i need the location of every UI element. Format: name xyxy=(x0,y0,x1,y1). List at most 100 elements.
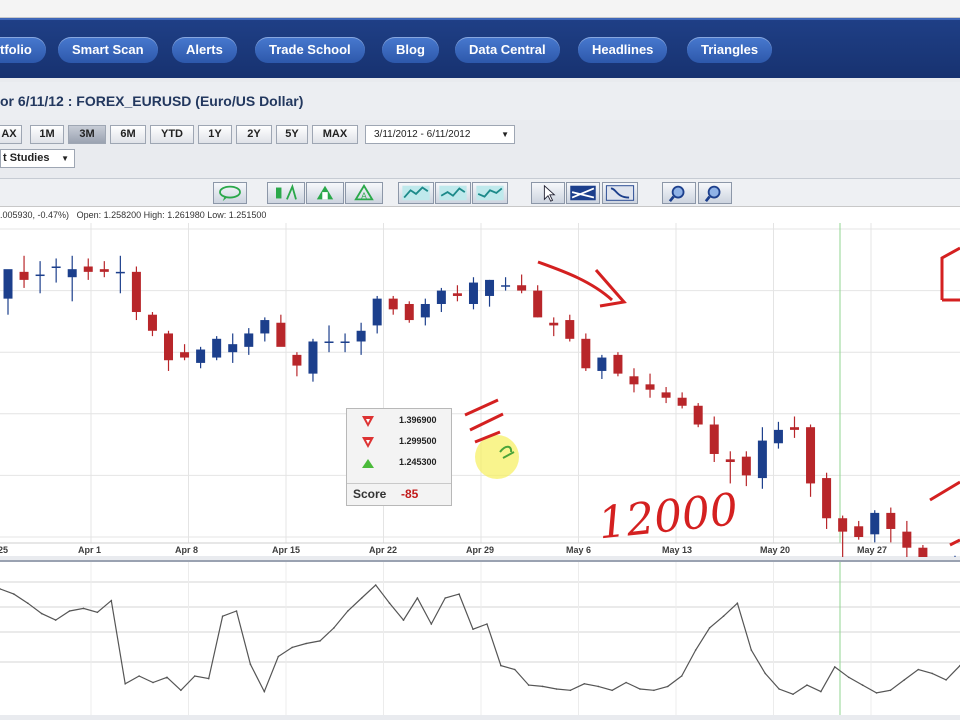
indicator-point xyxy=(764,672,767,675)
studies-select[interactable]: t Studies ▼ xyxy=(0,149,75,168)
indicator-point xyxy=(694,649,697,651)
candle xyxy=(597,357,607,371)
range-button-6m[interactable]: 6M xyxy=(110,125,146,144)
nav-trade-school[interactable]: Trade School xyxy=(255,37,365,63)
trendline-tool-icon[interactable] xyxy=(566,182,600,204)
range-button-ytd[interactable]: YTD xyxy=(150,125,194,144)
fibonacci-tool-icon[interactable] xyxy=(602,182,638,204)
indicator-point xyxy=(597,685,600,688)
open-value: 1.258200 xyxy=(103,210,142,220)
indicator-point xyxy=(388,602,391,604)
indicator-point xyxy=(736,602,739,604)
indicator-panel[interactable] xyxy=(0,560,960,715)
range-button-max-partial[interactable]: AX xyxy=(0,125,22,144)
indicator-point xyxy=(305,642,307,645)
browser-top-strip xyxy=(0,0,960,18)
candle xyxy=(741,456,751,476)
indicator-point xyxy=(68,610,71,612)
range-button-5y[interactable]: 5Y xyxy=(276,125,308,144)
indicator-point xyxy=(207,677,210,680)
indicator-point xyxy=(166,676,168,679)
candle xyxy=(292,354,302,366)
indicator-point xyxy=(360,597,363,599)
studies-label: t Studies xyxy=(3,152,50,164)
indicator-point xyxy=(653,689,655,692)
candle xyxy=(131,271,141,313)
nav-smart-scan[interactable]: Smart Scan xyxy=(58,37,158,63)
x-tick-label: 25 xyxy=(0,545,9,555)
candle xyxy=(822,478,832,519)
indicator-point xyxy=(263,690,266,693)
green-up-triangle-icon xyxy=(362,459,374,468)
x-tick-label: May 6 xyxy=(566,545,592,555)
indicator-point xyxy=(458,593,460,595)
pattern-tool-3-icon[interactable]: A xyxy=(345,182,383,204)
candle xyxy=(35,274,45,277)
range-button-3m[interactable]: 3M xyxy=(68,125,106,144)
nav-data-central[interactable]: Data Central xyxy=(455,37,560,63)
nav-blog[interactable]: Blog xyxy=(382,37,439,63)
nav-portfolio[interactable]: tfolio xyxy=(0,37,46,63)
level-value: 1.396900 xyxy=(399,415,437,425)
indicator-point xyxy=(639,688,641,690)
candle xyxy=(228,344,238,353)
nav-alerts[interactable]: Alerts xyxy=(172,37,237,63)
indicator-point xyxy=(541,685,544,688)
nav-triangles[interactable]: Triangles xyxy=(687,37,773,63)
x-tick-label: May 27 xyxy=(857,545,888,555)
resistance-level-1: 1.396900 xyxy=(347,411,451,431)
indicator-line xyxy=(0,584,960,695)
chart-title: or 6/11/12 : FOREX_EURUSD (Euro/US Dolla… xyxy=(0,93,304,109)
x-tick-label: May 20 xyxy=(760,545,791,555)
chevron-down-icon: ▼ xyxy=(501,130,509,139)
date-range-select[interactable]: 3/11/2012 - 6/11/2012 ▼ xyxy=(365,125,515,144)
candle xyxy=(260,320,270,334)
candle xyxy=(886,512,896,529)
indicator-point xyxy=(374,584,377,586)
candle xyxy=(468,282,478,304)
svg-text:A: A xyxy=(361,191,367,200)
indicator-point xyxy=(903,679,906,681)
range-button-1y[interactable]: 1Y xyxy=(198,125,232,144)
indicator-point xyxy=(124,683,127,685)
range-button-max[interactable]: MAX xyxy=(312,125,358,144)
quote-line: .005930, -0.47%) Open: 1.258200 High: 1.… xyxy=(0,210,266,220)
candle xyxy=(918,547,928,572)
candle xyxy=(164,333,174,361)
candle xyxy=(3,269,13,299)
range-button-2y[interactable]: 2Y xyxy=(236,125,272,144)
indicator-point xyxy=(472,628,474,630)
indicator-point xyxy=(708,627,711,629)
zoom-in-icon[interactable] xyxy=(662,182,696,204)
candle xyxy=(549,322,559,326)
date-range-value: 3/11/2012 - 6/11/2012 xyxy=(374,129,471,140)
open-label: Open: xyxy=(76,210,102,220)
candle xyxy=(725,459,735,463)
indicator-point xyxy=(500,664,502,667)
indicator-chart[interactable] xyxy=(0,562,960,715)
level-value: 1.299500 xyxy=(399,436,437,446)
candle xyxy=(180,352,190,358)
indicator-point xyxy=(96,611,99,614)
speech-bubble-tool-icon[interactable] xyxy=(213,182,247,204)
indicator-point xyxy=(625,681,627,684)
chart-line-tool-icon[interactable] xyxy=(398,182,434,204)
indicator-point xyxy=(680,675,683,677)
indicator-point xyxy=(750,649,753,651)
pattern-tool-1-icon[interactable] xyxy=(267,182,305,204)
price-chart-panel[interactable] xyxy=(0,206,960,602)
x-tick-label: Apr 29 xyxy=(466,545,495,555)
pattern-tool-2-icon[interactable] xyxy=(306,182,344,204)
chart-candle-tool-icon[interactable] xyxy=(435,182,471,204)
price-chart[interactable] xyxy=(0,207,960,602)
indicator-point xyxy=(13,593,15,595)
pointer-tool-icon[interactable] xyxy=(531,182,565,204)
range-button-1m[interactable]: 1M xyxy=(30,125,64,144)
indicator-point xyxy=(861,684,864,686)
zoom-out-icon[interactable] xyxy=(698,182,732,204)
candle xyxy=(308,341,318,374)
chart-bar-tool-icon[interactable] xyxy=(472,182,508,204)
nav-headlines[interactable]: Headlines xyxy=(578,37,668,63)
candle xyxy=(661,392,671,398)
score-label: Score xyxy=(353,487,387,501)
